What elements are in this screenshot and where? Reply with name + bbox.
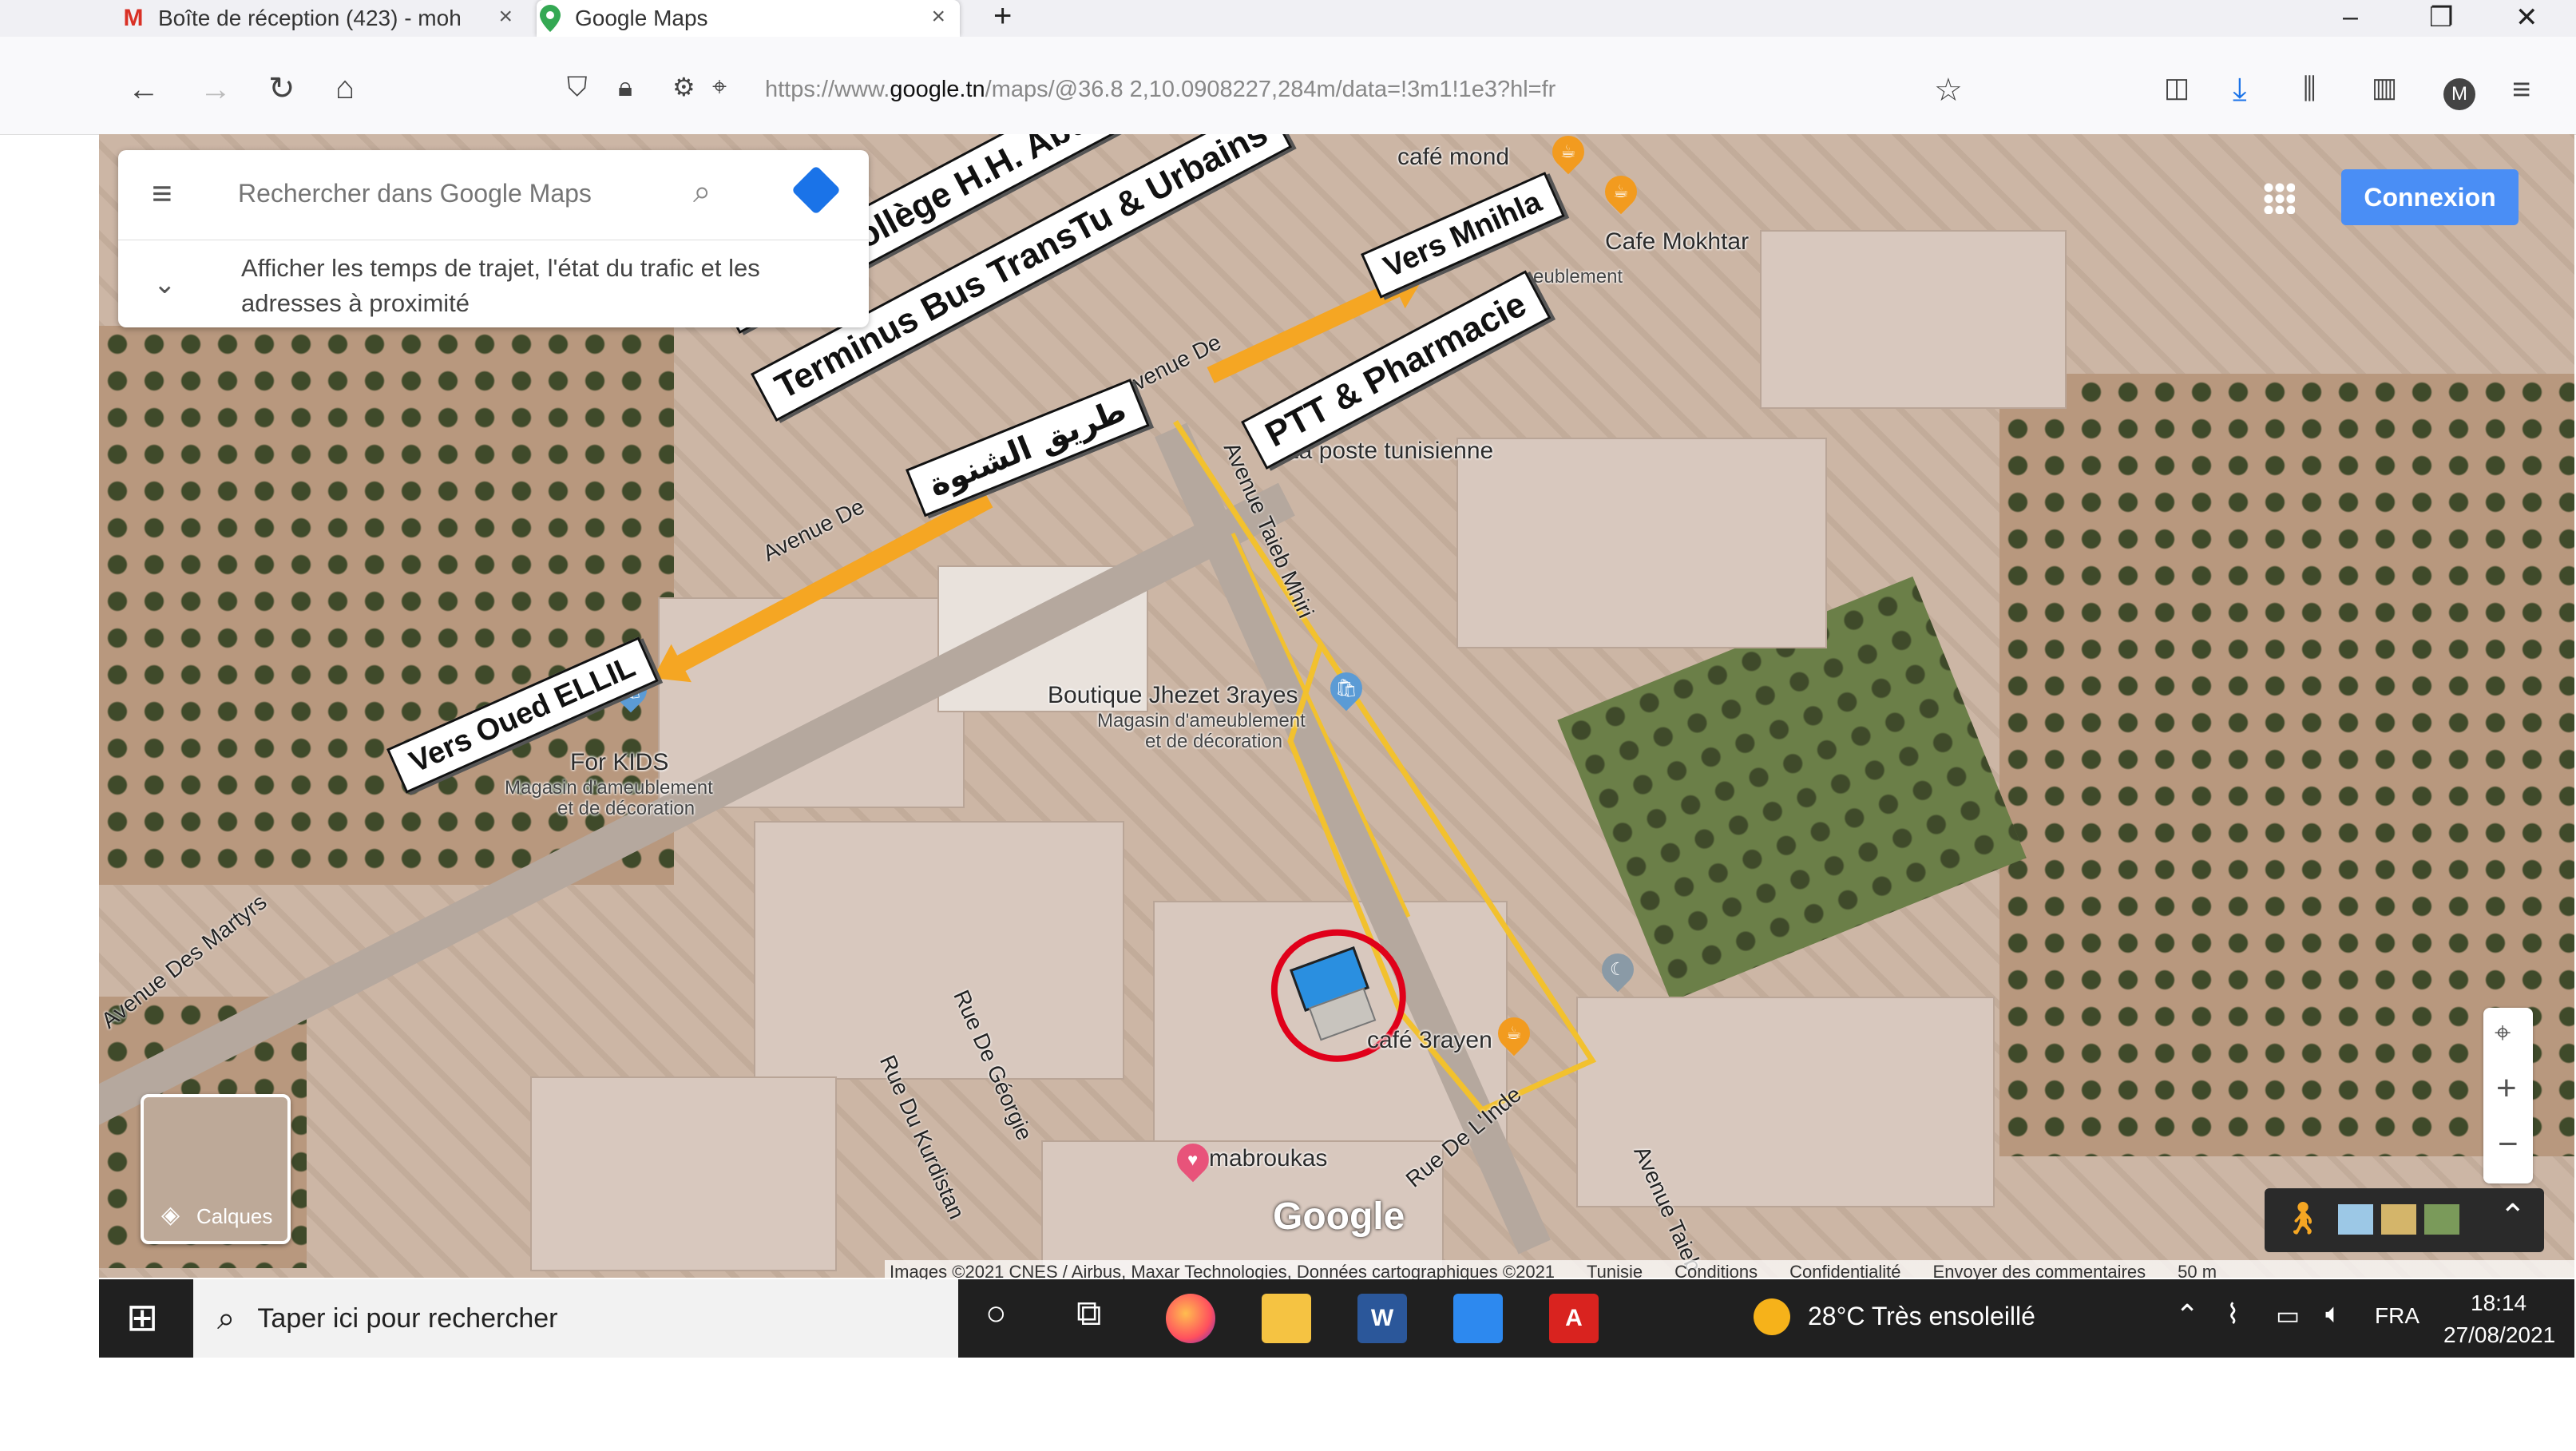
maximize-icon[interactable]: ❐ bbox=[2429, 2, 2453, 34]
label-forkids-sub2: et de décoration bbox=[557, 798, 696, 819]
label-cafe-mondial[interactable]: café mond bbox=[1397, 144, 1509, 171]
new-tab-icon[interactable]: + bbox=[993, 0, 1012, 34]
url-field[interactable]: https://www. google.tn/maps/@36.8 2,10.09… bbox=[765, 64, 2202, 115]
label-forkids[interactable]: For KIDS bbox=[570, 749, 668, 776]
tab-label: Google Maps bbox=[575, 6, 708, 30]
weather-text[interactable]: 28°C Très ensoleillé bbox=[1808, 1302, 2035, 1331]
url-prefix: https://www. bbox=[765, 76, 890, 102]
windows-taskbar: ⊞ ⌕ Taper ici pour rechercher ○ ⧉ W A 28… bbox=[99, 1279, 2574, 1358]
imagery-thumb[interactable] bbox=[2381, 1204, 2416, 1235]
zoom-out-icon[interactable]: − bbox=[2498, 1124, 2519, 1164]
file-explorer-icon[interactable] bbox=[1262, 1294, 1311, 1343]
close-icon[interactable]: × bbox=[498, 3, 513, 30]
forward-icon[interactable]: → bbox=[200, 72, 232, 108]
wifi-icon[interactable]: ⌇ bbox=[2226, 1298, 2240, 1330]
layers-button[interactable]: ◈ Calques bbox=[141, 1094, 291, 1244]
weather-sun-icon[interactable] bbox=[1754, 1298, 1790, 1335]
search-icon: ⌕ bbox=[217, 1300, 236, 1336]
label-ameublement: eublement bbox=[1533, 266, 1623, 287]
shield-icon[interactable]: ⛉ bbox=[567, 72, 588, 103]
volume-icon[interactable]: 🔈︎ bbox=[2325, 1298, 2341, 1330]
pegman-strip: 🚶︎ ⌃ bbox=[2265, 1188, 2544, 1252]
hamburger-menu-icon[interactable]: ≡ bbox=[152, 174, 172, 214]
pegman-icon[interactable]: 🚶︎ bbox=[2282, 1199, 2323, 1237]
acrobat-icon[interactable]: A bbox=[1549, 1294, 1599, 1343]
library-icon[interactable]: ⫼ bbox=[2303, 72, 2316, 106]
home-icon[interactable]: ⌂ bbox=[335, 70, 355, 106]
label-cafe-mokhtar[interactable]: Cafe Mokhtar bbox=[1605, 228, 1749, 256]
search-hint[interactable]: Afficher les temps de trajet, l'état du … bbox=[241, 251, 832, 321]
taskbar-search-placeholder: Taper ici pour rechercher bbox=[257, 1302, 558, 1334]
label-boutique-sub1: Magasin d'ameublement bbox=[1097, 710, 1306, 731]
tab-google-maps[interactable]: Google Maps × bbox=[537, 0, 960, 37]
tab-bar: M Boîte de réception (423) - moh × Googl… bbox=[0, 0, 2576, 37]
task-view-icon[interactable]: ⧉ bbox=[1076, 1294, 1101, 1334]
label-boutique[interactable]: Boutique Jhezet 3rayes bbox=[1048, 682, 1298, 709]
maps-pin-icon bbox=[537, 5, 564, 32]
chevron-down-icon[interactable]: ⌄ bbox=[153, 268, 176, 300]
url-host: google.tn bbox=[890, 76, 985, 102]
photos-icon[interactable] bbox=[1453, 1294, 1503, 1343]
connexion-button[interactable]: Connexion bbox=[2341, 169, 2519, 225]
imagery-thumb[interactable] bbox=[2338, 1204, 2373, 1235]
pocket-icon[interactable]: ◫ bbox=[2164, 72, 2190, 104]
expand-up-icon[interactable]: ⌃ bbox=[2499, 1198, 2526, 1235]
label-forkids-sub1: Magasin d'ameublement bbox=[505, 777, 713, 799]
language-indicator[interactable]: FRA bbox=[2375, 1303, 2419, 1329]
clock-time[interactable]: 18:14 bbox=[2471, 1290, 2526, 1316]
menu-icon[interactable]: ≡ bbox=[2512, 72, 2530, 108]
layers-label: Calques bbox=[196, 1204, 273, 1228]
search-input[interactable] bbox=[236, 172, 687, 214]
windows-start-icon[interactable]: ⊞ bbox=[126, 1295, 158, 1340]
label-boutique-sub2: et de décoration bbox=[1145, 731, 1283, 752]
navigation-bar: ← → ↻ ⌂ ⛉ 🔒︎ ⚙ ⌖ https://www. google.tn/m… bbox=[0, 37, 2576, 135]
tab-gmail[interactable]: M Boîte de réception (423) - moh × bbox=[120, 0, 527, 37]
label-cafe-3rayen[interactable]: café 3rayen bbox=[1367, 1027, 1492, 1054]
location-icon[interactable]: ⌖ bbox=[712, 72, 727, 102]
word-icon[interactable]: W bbox=[1357, 1294, 1407, 1343]
minimize-icon[interactable]: – bbox=[2343, 2, 2358, 33]
lock-icon[interactable]: 🔒︎ bbox=[618, 72, 632, 103]
sidebar-icon[interactable]: ▥ bbox=[2372, 72, 2397, 104]
cortana-icon[interactable]: ○ bbox=[985, 1294, 1007, 1334]
close-icon[interactable]: × bbox=[931, 3, 945, 30]
my-location-icon[interactable]: ⌖ bbox=[2495, 1016, 2511, 1050]
search-card: ≡ ⌕ ⌄ Afficher les temps de trajet, l'ét… bbox=[118, 150, 869, 327]
zoom-controls: ⌖ + − bbox=[2483, 1008, 2533, 1183]
url-path: /maps/@36.8 2,10.0908227,284m/data=!3m1!… bbox=[985, 76, 1556, 102]
download-icon[interactable]: ⤓ bbox=[2233, 72, 2247, 108]
google-logo: Google bbox=[1273, 1195, 1405, 1238]
back-icon[interactable]: ← bbox=[128, 72, 160, 108]
clock-date[interactable]: 27/08/2021 bbox=[2443, 1322, 2555, 1348]
apps-grid-icon[interactable] bbox=[2263, 182, 2295, 214]
bookmark-star-icon[interactable]: ☆ bbox=[1934, 72, 1963, 109]
gmail-icon: M bbox=[123, 5, 144, 31]
chevron-up-icon[interactable]: ⌃ bbox=[2175, 1298, 2199, 1332]
layers-icon: ◈ bbox=[161, 1202, 180, 1228]
search-icon[interactable]: ⌕ bbox=[693, 174, 711, 210]
firefox-icon[interactable] bbox=[1166, 1294, 1215, 1343]
window-close-icon[interactable]: ✕ bbox=[2515, 2, 2538, 34]
taskbar-search-field[interactable]: ⌕ Taper ici pour rechercher bbox=[193, 1279, 958, 1358]
reload-icon[interactable]: ↻ bbox=[268, 70, 295, 107]
permissions-icon[interactable]: ⚙ bbox=[672, 72, 696, 102]
battery-icon[interactable]: ▭ bbox=[2276, 1300, 2300, 1330]
account-avatar-icon[interactable]: M bbox=[2443, 78, 2475, 110]
tab-label: Boîte de réception (423) - moh bbox=[158, 6, 462, 30]
zoom-in-icon[interactable]: + bbox=[2496, 1068, 2517, 1108]
directions-icon[interactable] bbox=[791, 165, 842, 216]
imagery-thumb[interactable] bbox=[2424, 1204, 2459, 1235]
label-mabroukas[interactable]: mabroukas bbox=[1209, 1145, 1327, 1172]
